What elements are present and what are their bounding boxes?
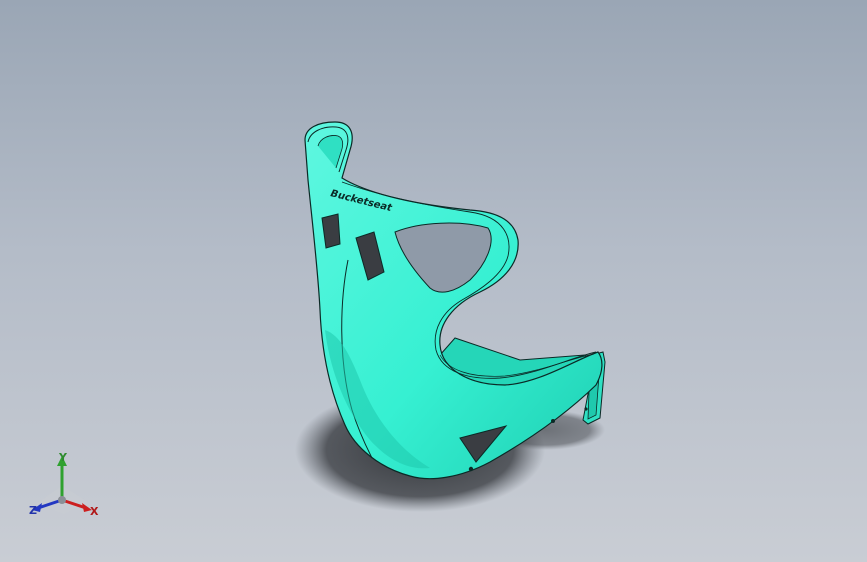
triad-x-label: X — [90, 505, 99, 518]
mount-hole-1 — [468, 466, 474, 472]
mount-hole-3 — [584, 407, 588, 411]
model-canvas[interactable]: Bucketseat — [0, 0, 867, 562]
triad-y-label: Y — [59, 451, 67, 464]
graphics-viewport[interactable]: Bucketseat Y Z X — [0, 0, 867, 562]
triad-z-label: Z — [29, 504, 37, 517]
triad-origin — [58, 496, 66, 504]
mount-hole-2 — [551, 419, 555, 423]
